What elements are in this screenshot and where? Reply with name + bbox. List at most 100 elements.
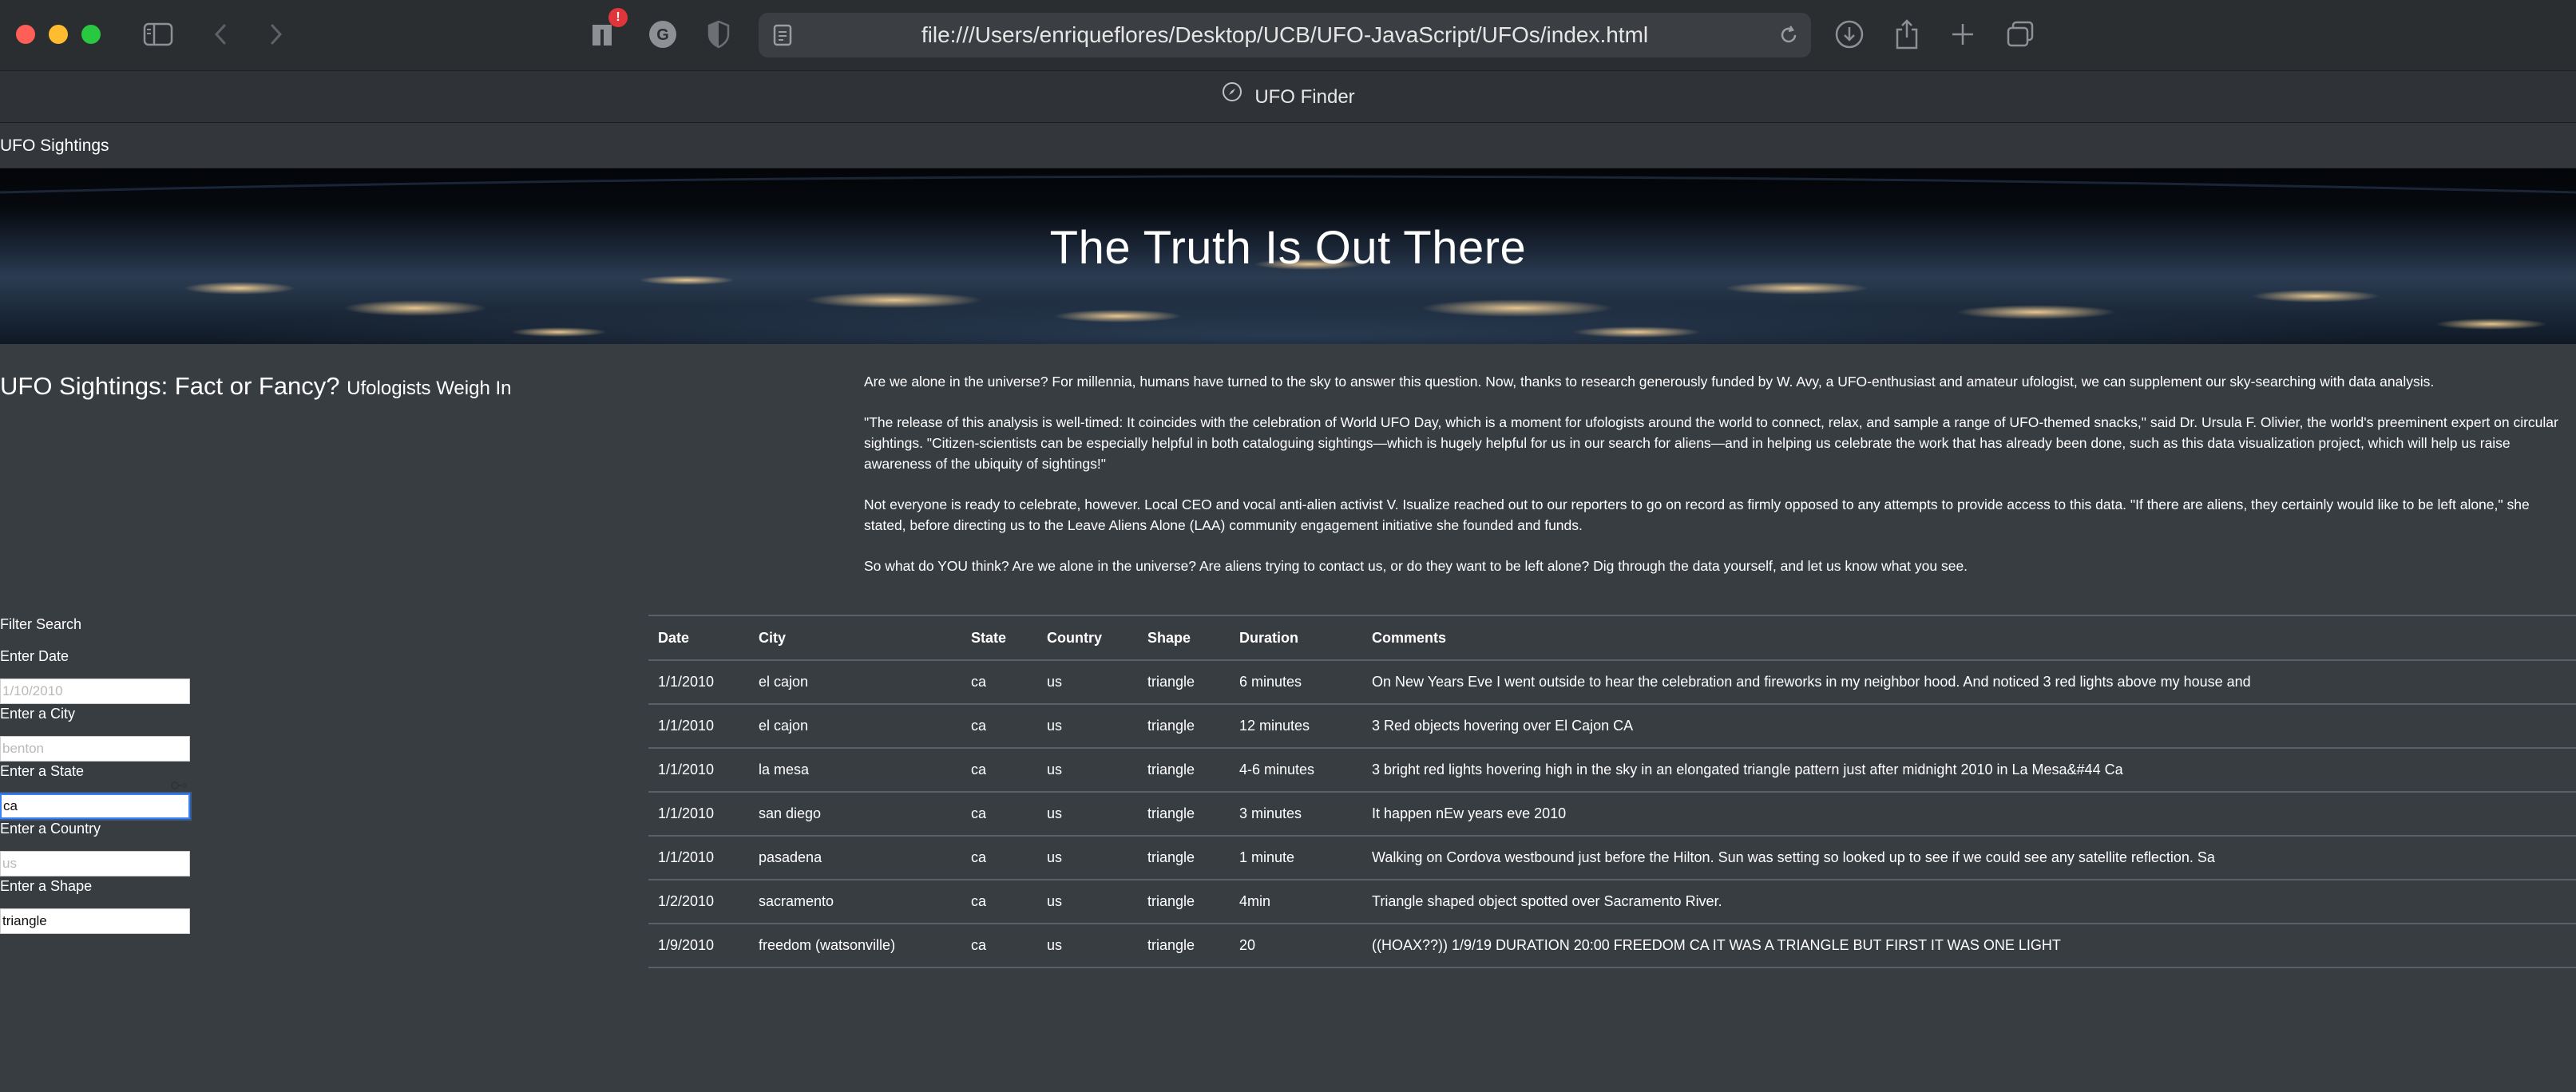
zoom-window-button[interactable]: [81, 25, 101, 44]
cell-comments: Walking on Cordova westbound just before…: [1362, 836, 2576, 880]
cell-city: sacramento: [749, 880, 961, 924]
cell-comments: It happen nEw years eve 2010: [1362, 792, 2576, 837]
header-comments: Comments: [1362, 615, 2576, 661]
downloads-icon[interactable]: [1832, 18, 1867, 51]
table-row: 1/1/2010 la mesa ca us triangle 4-6 minu…: [648, 748, 2576, 793]
cell-country: us: [1037, 792, 1138, 837]
cell-country: us: [1037, 704, 1138, 749]
country-input[interactable]: [0, 851, 190, 876]
article-paragraph: So what do YOU think? Are we alone in th…: [864, 558, 1968, 574]
sidebar-toggle-icon[interactable]: [141, 18, 176, 51]
hero-title: The Truth Is Out There: [1049, 222, 1527, 274]
back-icon[interactable]: [206, 18, 235, 51]
cell-city: pasadena: [749, 836, 961, 880]
active-tab[interactable]: UFO Finder: [0, 71, 2576, 124]
city-label: Enter a City: [0, 706, 76, 722]
cell-comments: Triangle shaped object spotted over Sacr…: [1362, 880, 2576, 924]
compass-icon: [1221, 71, 1243, 124]
cell-city: la mesa: [749, 748, 961, 793]
article-paragraph: "The release of this analysis is well-ti…: [864, 414, 2558, 472]
privacy-shield-icon[interactable]: [703, 18, 735, 51]
cell-city: el cajon: [749, 660, 961, 705]
date-label: Enter Date: [0, 648, 69, 664]
cell-country: us: [1037, 924, 1138, 968]
shape-filter: Enter a Shape: [0, 876, 192, 934]
cell-comments: 3 bright red lights hovering high in the…: [1362, 748, 2576, 793]
hero-banner: The Truth Is Out There: [0, 168, 2576, 344]
table-header-row: Date City State Country Shape Duration C…: [648, 615, 2576, 661]
header-duration: Duration: [1230, 615, 1362, 661]
shape-label: Enter a Shape: [0, 878, 93, 894]
cell-date: 1/1/2010: [648, 748, 749, 793]
extension-icon[interactable]: !: [586, 8, 628, 51]
cell-shape: triangle: [1138, 660, 1230, 705]
notification-badge: !: [608, 8, 628, 27]
close-window-button[interactable]: [16, 25, 35, 44]
cell-shape: triangle: [1138, 748, 1230, 793]
article-subtitle: Ufologists Weigh In: [347, 378, 512, 399]
city-input[interactable]: [0, 736, 190, 762]
table-row: 1/1/2010 san diego ca us triangle 3 minu…: [648, 792, 2576, 837]
autofill-key-icon[interactable]: [171, 780, 188, 793]
state-filter: Enter a State: [0, 762, 192, 819]
navbar-brand-link[interactable]: UFO Sightings: [0, 123, 109, 168]
cell-duration: 4-6 minutes: [1230, 748, 1362, 793]
cell-shape: triangle: [1138, 836, 1230, 880]
cell-date: 1/1/2010: [648, 704, 749, 749]
cell-shape: triangle: [1138, 880, 1230, 924]
cell-city: el cajon: [749, 704, 961, 749]
cell-country: us: [1037, 880, 1138, 924]
ufo-table: Date City State Country Shape Duration C…: [648, 615, 2576, 968]
table-row: 1/9/2010 freedom (watsonville) ca us tri…: [648, 924, 2576, 968]
forward-icon[interactable]: [262, 18, 291, 51]
browser-chrome: ! G file:///Users/enriqueflores/Desktop/…: [0, 0, 2576, 123]
table-row: 1/2/2010 sacramento ca us triangle 4min …: [648, 880, 2576, 924]
browser-toolbar: ! G file:///Users/enriqueflores/Desktop/…: [0, 0, 2576, 70]
article-title-text: UFO Sightings: Fact or Fancy?: [0, 372, 340, 400]
cell-country: us: [1037, 836, 1138, 880]
cell-comments: ((HOAX??)) 1/9/19 DURATION 20:00 FREEDOM…: [1362, 924, 2576, 968]
cell-date: 1/2/2010: [648, 880, 749, 924]
shape-input[interactable]: [0, 908, 190, 934]
minimize-window-button[interactable]: [49, 25, 68, 44]
cell-shape: triangle: [1138, 792, 1230, 837]
header-city: City: [749, 615, 961, 661]
cell-date: 1/1/2010: [648, 660, 749, 705]
cell-duration: 1 minute: [1230, 836, 1362, 880]
date-input[interactable]: [0, 679, 190, 704]
address-bar[interactable]: file:///Users/enriqueflores/Desktop/UCB/…: [759, 13, 1811, 57]
article-paragraph: Not everyone is ready to celebrate, howe…: [864, 497, 2530, 533]
cell-duration: 6 minutes: [1230, 660, 1362, 705]
cell-state: ca: [961, 704, 1037, 749]
cell-shape: triangle: [1138, 704, 1230, 749]
cell-state: ca: [961, 792, 1037, 837]
url-text: file:///Users/enriqueflores/Desktop/UCB/…: [921, 22, 1649, 47]
header-state: State: [961, 615, 1037, 661]
cell-state: ca: [961, 924, 1037, 968]
header-shape: Shape: [1138, 615, 1230, 661]
site-navbar: UFO Sightings: [0, 123, 2576, 168]
cell-country: us: [1037, 748, 1138, 793]
cell-duration: 3 minutes: [1230, 792, 1362, 837]
header-country: Country: [1037, 615, 1138, 661]
tab-overview-icon[interactable]: [2003, 18, 2038, 51]
cell-state: ca: [961, 880, 1037, 924]
cell-city: freedom (watsonville): [749, 924, 961, 968]
reload-icon[interactable]: [1777, 24, 1800, 50]
cell-state: ca: [961, 748, 1037, 793]
country-filter: Enter a Country: [0, 819, 192, 876]
filter-panel: Filter Search Enter Date Enter a City En…: [0, 613, 192, 934]
cell-shape: triangle: [1138, 924, 1230, 968]
share-icon[interactable]: [1889, 18, 1924, 51]
state-input[interactable]: [0, 793, 190, 819]
article-body: Are we alone in the universe? For millen…: [864, 371, 2573, 596]
tab-title: UFO Finder: [1254, 86, 1355, 108]
cell-comments: On New Years Eve I went outside to hear …: [1362, 660, 2576, 705]
new-tab-icon[interactable]: [1945, 18, 1980, 51]
cell-duration: 4min: [1230, 880, 1362, 924]
date-filter: Enter Date: [0, 647, 192, 704]
grammarly-icon[interactable]: G: [645, 18, 680, 51]
cell-state: ca: [961, 660, 1037, 705]
svg-text:G: G: [656, 26, 669, 44]
tab-bar: UFO Finder: [0, 70, 2576, 123]
